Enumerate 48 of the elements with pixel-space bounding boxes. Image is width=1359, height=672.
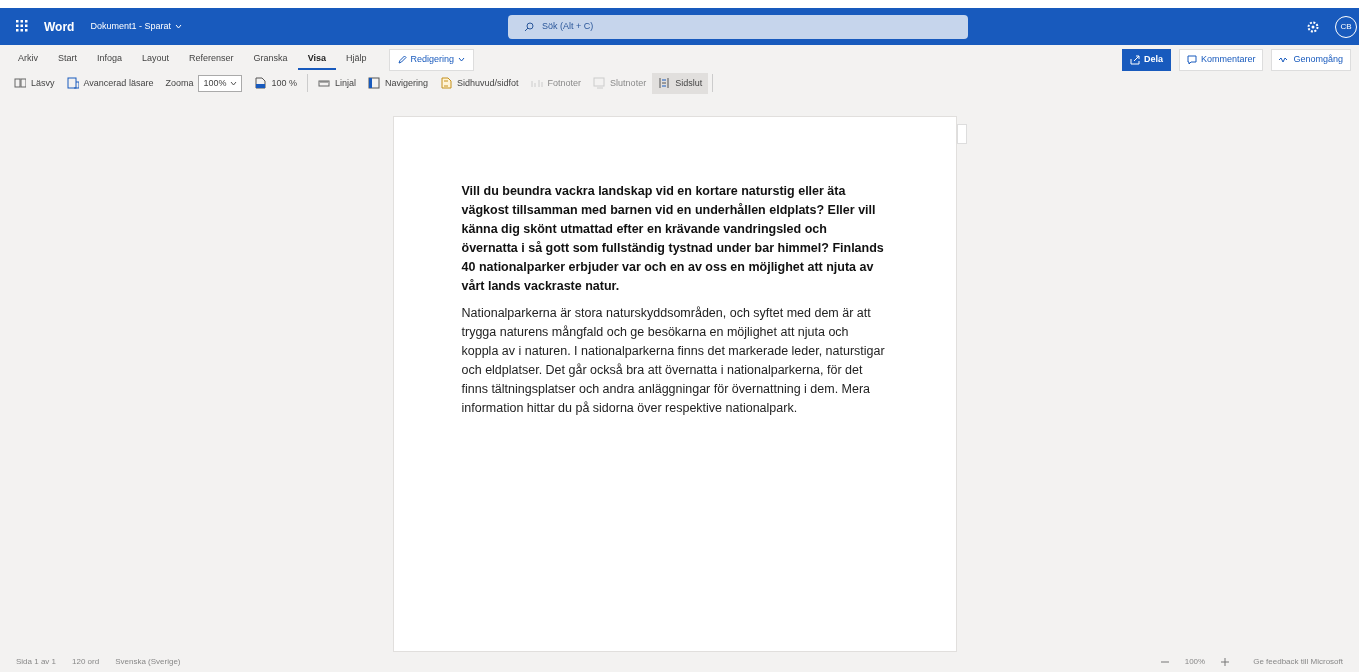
menu-tab[interactable]: Layout [132, 50, 180, 70]
document-icon [440, 77, 453, 90]
toolbar-button[interactable]: Läsvy [8, 72, 61, 94]
chevron-icon [230, 80, 238, 86]
zoom-level: 100% [1184, 656, 1206, 668]
zoom-out-icon [1160, 658, 1169, 666]
document-title[interactable]: Dokument1 - Sparat [90, 19, 182, 34]
chevron-icon [175, 24, 182, 29]
chevron-icon [458, 57, 466, 63]
menu-tab[interactable]: Start [48, 50, 87, 70]
menu-tab[interactable]: Visa [297, 50, 336, 70]
comments-button[interactable]: Kommentarer [1178, 49, 1264, 71]
page-icon [254, 77, 267, 90]
editing-mode-button[interactable]: Redigering [388, 49, 475, 71]
status-text: Svenska (Sverige) [115, 656, 181, 668]
toolbar-button[interactable]: Sidslut [652, 72, 709, 94]
toolbar-button[interactable]: 100 % [248, 72, 303, 94]
grid-icon[interactable] [16, 20, 28, 33]
search-field[interactable]: Sök (Alt + C) [508, 14, 968, 39]
app-name: Word [44, 18, 75, 36]
status-text: Sida 1 av 1 [16, 656, 57, 668]
pencil-icon [397, 55, 407, 65]
settings-icon[interactable] [1307, 20, 1319, 33]
menu-tab[interactable]: Referenser [179, 50, 244, 70]
menu-tab[interactable]: Granska [243, 50, 298, 70]
zoom-in-icon [1221, 658, 1230, 666]
page-break-icon [658, 77, 671, 90]
zoom-dropdown[interactable]: 100% [198, 74, 243, 92]
share-button[interactable]: Dela [1121, 49, 1171, 71]
share-icon [1129, 54, 1140, 65]
book-icon [14, 77, 26, 90]
toolbar-button[interactable]: Avancerad läsare [60, 72, 160, 94]
toolbar-button[interactable]: Linjal [312, 72, 362, 94]
menu-tab[interactable]: Infoga [87, 50, 133, 70]
toolbar-button[interactable]: Navigering [362, 72, 435, 94]
search-icon [524, 21, 534, 32]
ruler-icon [318, 77, 330, 90]
review-button[interactable]: Genomgång [1271, 49, 1351, 71]
paragraph: Nationalparkerna är stora naturskyddsområden, och syftet med dem är att trygga naturens mångfald och ge besökarna en möjlighet att njuta och koppla av i naturen. I nationalparkerna finns det markerade leder, naturstigar och eldplatser. Det går också bra att övernatta i nationalparkerna, för det finns tältningsplatser och andra anläggningar för övernattning i dem. Mera information hittar du på sidorna över respektive nationalpark. [461, 305, 886, 417]
toolbar-button[interactable]: Sidhuvud/sidfot [434, 72, 525, 94]
menu-tab[interactable]: Arkiv [8, 50, 48, 70]
zoom-label: Zooma [165, 76, 194, 90]
menu-tab[interactable]: Hjälp [336, 50, 377, 70]
reader-icon [66, 77, 79, 90]
pane-icon [368, 77, 380, 90]
comment-icon [1186, 54, 1197, 65]
status-text: 120 ord [72, 656, 100, 668]
paragraph: Vill du beundra vackra landskap vid en kortare naturstig eller äta vägkost tillsamman med barnen vid en underhållen eldplats? Eller vill känna dig skönt utmattad efter en krävande vandringsled och övernatta i så gott som fullständig tystnad under bar himmel? Finlands 40 nationalparker erbjuder var och en av oss en möjlighet att njuta av vårt lands vackraste natur. [461, 183, 885, 295]
